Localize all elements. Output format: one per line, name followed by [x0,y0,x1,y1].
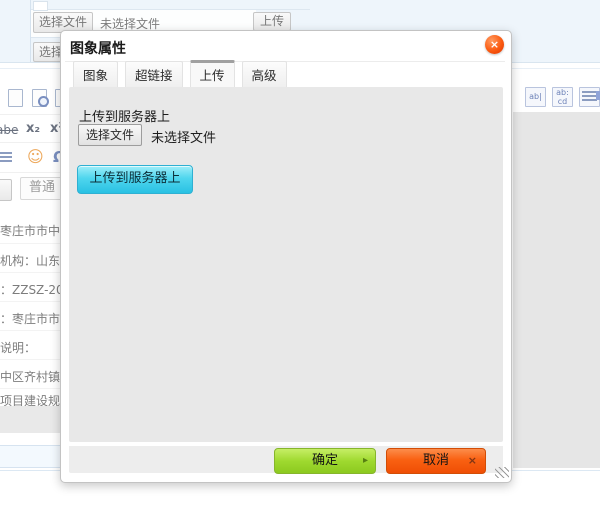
cancel-x-icon: × [468,449,477,473]
gray-row [0,406,62,433]
row-separator [0,301,62,302]
tab-upload[interactable]: 上传 [190,60,235,87]
upload-to-server-button[interactable]: 上传到服务器上 [77,165,193,194]
page: 选择文件 未选择文件 上传 选择文件 abe x₂ x² ☺ Ω 普通 枣庄市市… [0,0,600,530]
tab-advanced[interactable]: 高级 [242,61,287,87]
upload-tab-panel: 上传到服务器上 选择文件 未选择文件 上传到服务器上 [69,87,503,442]
doc-text-line: ：枣庄市市 [0,310,62,327]
ok-button[interactable]: 确定 ▸ [274,448,376,474]
choose-file-button[interactable]: 选择文件 [78,124,142,146]
row-border [30,9,310,10]
image-properties-dialog: 图象属性 × 图象 超链接 上传 高级 上传到服务器上 选择文件 未选择文件 上… [60,30,512,483]
strikethrough-icon[interactable]: abe [0,123,18,137]
close-icon[interactable]: × [485,35,504,54]
tiny-input[interactable] [33,1,48,11]
file-status-text: 未选择文件 [151,127,216,146]
magnifier-icon [38,96,49,107]
new-page-icon[interactable] [8,89,23,107]
bg-upload-button[interactable]: 上传 [253,12,291,31]
dialog-footer: 确定 ▸ 取消 × [69,446,503,473]
textarea-glyph-top: ab: [556,88,569,97]
dialog-title: 图象属性 [70,38,126,58]
paragraph-list-icon[interactable] [0,152,12,163]
ok-label: 确定 [312,453,338,468]
textfield-icon[interactable]: ab| [525,87,546,107]
textarea-icon[interactable]: ab: cd [552,87,573,107]
tab-link[interactable]: 超链接 [125,61,183,87]
row-separator [0,359,62,360]
doc-text-line: 枣庄市市中 [0,222,62,239]
doc-text-line: ：ZZSZ-201 [0,281,62,298]
doc-text-line: 说明： [0,339,62,356]
row-separator [0,388,62,389]
subscript-icon[interactable]: x₂ [26,121,40,136]
resize-grip[interactable] [495,467,509,478]
cancel-label: 取消 [423,453,449,468]
upload-section-label: 上传到服务器上 [79,106,170,125]
toolbar-separator [0,114,62,115]
row-separator [0,272,62,273]
smiley-icon[interactable]: ☺ [27,149,44,165]
textarea-glyph-bottom: cd [558,97,567,106]
column-border [30,0,31,62]
row-separator [0,330,62,331]
doc-text-line: 中区齐村镇 [0,368,62,385]
toolbar-separator [0,142,62,143]
row-separator [0,243,62,244]
selectbox-lines [582,91,597,102]
toolbar-icon-partial[interactable] [596,91,600,100]
cancel-button[interactable]: 取消 × [386,448,486,474]
tab-image[interactable]: 图象 [73,61,118,87]
highlight-row [0,445,62,468]
doc-text-line: 机构：山东 [0,252,62,269]
toolbar-button-partial[interactable] [0,179,12,201]
toolbar-separator [0,172,62,173]
right-gray-panel [513,112,600,468]
ok-arrow-icon: ▸ [363,449,368,473]
dialog-tabs: 图象 超链接 上传 高级 [73,68,294,87]
